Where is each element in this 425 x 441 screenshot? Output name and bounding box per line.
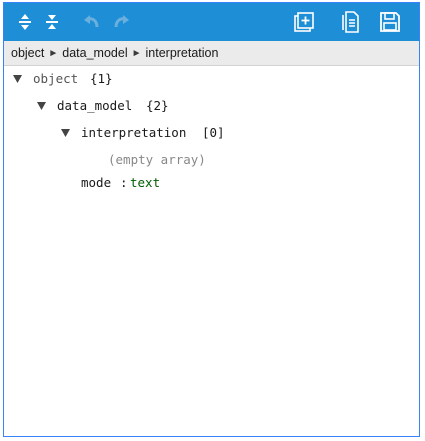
- node-key[interactable]: mode: [81, 175, 111, 190]
- breadcrumb-item-data-model[interactable]: data_model: [62, 46, 127, 60]
- expand-toggle[interactable]: [61, 129, 71, 139]
- collapse-all-button[interactable]: [39, 9, 65, 35]
- tree-node-object: object {1}: [4, 69, 419, 89]
- expand-all-icon: [19, 14, 31, 30]
- redo-button[interactable]: [109, 9, 135, 35]
- node-count: [0]: [202, 125, 225, 140]
- node-count: {1}: [90, 71, 113, 86]
- node-value[interactable]: text: [130, 175, 160, 190]
- add-button[interactable]: [291, 9, 317, 35]
- triangle-down-icon: [13, 75, 22, 83]
- breadcrumb-item-interpretation[interactable]: interpretation: [146, 46, 219, 60]
- save-button[interactable]: [377, 9, 403, 35]
- expand-toggle[interactable]: [13, 75, 23, 85]
- empty-array-label: (empty array): [108, 152, 206, 167]
- breadcrumb: object ► data_model ► interpretation: [11, 46, 218, 60]
- triangle-down-icon: [61, 129, 70, 137]
- undo-icon: [84, 15, 99, 28]
- node-key[interactable]: interpretation: [81, 125, 186, 140]
- triangle-down-icon: [37, 102, 46, 110]
- undo-button[interactable]: [78, 9, 104, 35]
- tree-node-data-model: data_model {2}: [4, 96, 419, 116]
- tree-node-interpretation: interpretation [0]: [4, 123, 419, 143]
- node-key[interactable]: data_model: [57, 98, 132, 113]
- node-count: {2}: [146, 98, 169, 113]
- collapse-all-icon: [46, 15, 58, 29]
- node-key[interactable]: object: [33, 71, 78, 86]
- breadcrumb-separator: ►: [48, 48, 59, 59]
- empty-array-placeholder: (empty array): [4, 150, 419, 170]
- toolbar: [4, 3, 419, 41]
- tree-view: object {1} data_model {2} interpretation…: [4, 66, 419, 436]
- redo-icon: [114, 15, 129, 28]
- breadcrumb-bar: object ► data_model ► interpretation: [4, 41, 419, 66]
- json-editor: object ► data_model ► interpretation object …: [3, 2, 420, 437]
- expand-all-button[interactable]: [12, 9, 38, 35]
- breadcrumb-item-object[interactable]: object: [11, 46, 44, 60]
- floppy-disk-icon: [380, 12, 400, 32]
- tree-node-mode: mode : text: [4, 173, 419, 193]
- add-square-icon: [294, 12, 314, 32]
- expand-toggle[interactable]: [37, 102, 47, 112]
- breadcrumb-separator: ►: [131, 48, 142, 59]
- copy-button[interactable]: [337, 9, 363, 35]
- key-value-separator: :: [120, 175, 128, 190]
- document-icon: [342, 11, 359, 33]
